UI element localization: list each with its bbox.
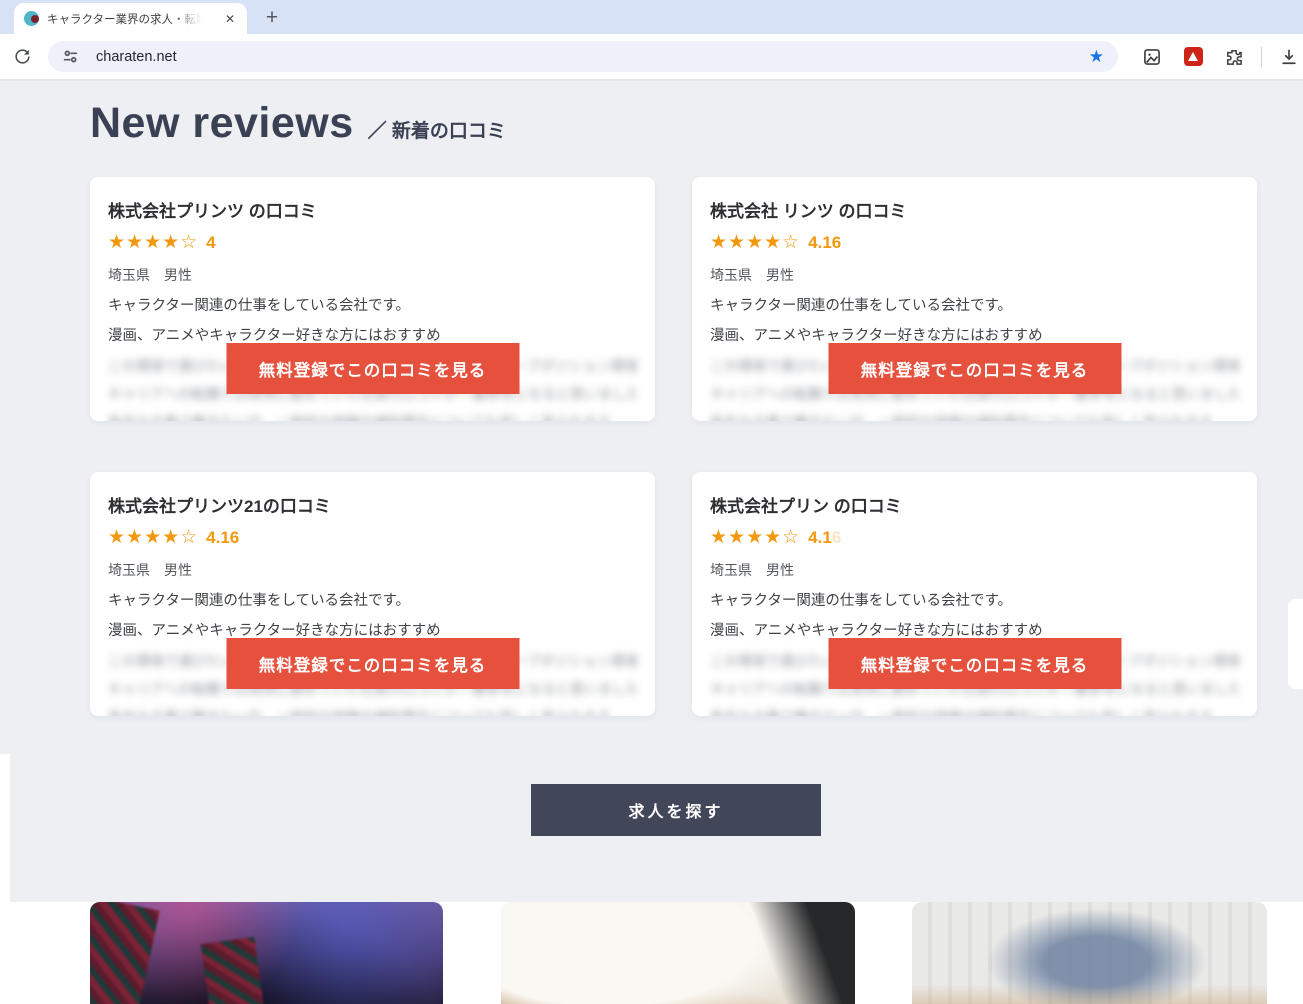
review-line-1: キャラクター関連の仕事をしている会社です。 (108, 294, 637, 315)
download-icon (1279, 47, 1299, 67)
image-icon (1142, 47, 1162, 67)
rating-value: 4.16 (206, 528, 239, 548)
review-line-2: 漫画、アニメやキャラクター好きな方にはおすすめ (710, 619, 1239, 640)
browser-tab[interactable]: キャラクター業界の求人・転職な ✕ (14, 3, 247, 34)
rating-row: ★★★★☆ 4.16 (710, 231, 1239, 254)
address-bar[interactable]: charaten.net ★ (48, 41, 1118, 72)
reviewer-meta: 埼玉県 男性 (108, 265, 637, 285)
toolbar-extensions-area (1138, 43, 1303, 71)
url-text[interactable]: charaten.net (96, 49, 177, 65)
reload-button[interactable] (8, 43, 36, 71)
tab-close-icon[interactable]: ✕ (221, 10, 239, 28)
reviewer-meta: 埼玉県 男性 (710, 560, 1239, 580)
reviewer-meta: 埼玉県 男性 (108, 560, 637, 580)
star-rating-icons: ★★★★☆ (710, 231, 800, 254)
view-review-button[interactable]: 無料登録でこの口コミを見る (828, 638, 1121, 689)
photo-woodworking (912, 902, 1267, 1004)
view-review-button[interactable]: 無料登録でこの口コミを見る (226, 343, 519, 394)
rating-value: 4.1 (808, 528, 832, 548)
extensions-button[interactable] (1220, 43, 1248, 71)
acrobat-icon (1184, 47, 1203, 66)
site-favicon-icon (24, 11, 39, 26)
rating-value-faded: 6 (832, 528, 841, 548)
rating-row: ★★★★☆ 4.1 6 (710, 526, 1239, 549)
star-rating-icons: ★★★★☆ (710, 526, 800, 549)
toolbar-separator (1261, 47, 1262, 67)
review-line-2: 漫画、アニメやキャラクター好きな方にはおすすめ (710, 324, 1239, 345)
review-line-1: キャラクター関連の仕事をしている会社です。 (108, 589, 637, 610)
side-floating-tab[interactable] (1288, 599, 1303, 689)
review-line-2: 漫画、アニメやキャラクター好きな方にはおすすめ (108, 619, 637, 640)
media-extension-button[interactable] (1138, 43, 1166, 71)
rating-row: ★★★★☆ 4 (108, 231, 637, 254)
page-title: New reviews (90, 99, 354, 148)
company-review-title: 株式会社 リンツ の口コミ (710, 197, 1239, 222)
photo-cushion-floor (501, 902, 855, 1004)
star-rating-icons: ★★★★☆ (108, 526, 198, 549)
tab-strip: キャラクター業界の求人・転職な ✕ + (0, 0, 1303, 34)
view-review-button[interactable]: 無料登録でこの口コミを見る (226, 638, 519, 689)
bookmark-star-icon[interactable]: ★ (1089, 47, 1104, 67)
reviewer-meta: 埼玉県 男性 (710, 265, 1239, 285)
puzzle-icon (1224, 47, 1244, 67)
site-settings-icon[interactable] (58, 45, 82, 69)
review-card: 株式会社プリン の口コミ ★★★★☆ 4.1 6 埼玉県 男性 キャラクター関連… (692, 472, 1257, 716)
page-subtitle: ／ 新着の口コミ (368, 116, 506, 143)
tab-title: キャラクター業界の求人・転職な (47, 11, 205, 27)
view-review-button[interactable]: 無料登録でこの口コミを見る (828, 343, 1121, 394)
search-jobs-button[interactable]: 求人を探す (531, 784, 821, 836)
company-review-title: 株式会社プリン の口コミ (710, 492, 1239, 517)
reviews-grid: 株式会社プリンツ の口コミ ★★★★☆ 4 埼玉県 男性 キャラクター関連の仕事… (90, 177, 1257, 716)
photo-keyboard-purple (90, 902, 443, 1004)
review-line-1: キャラクター関連の仕事をしている会社です。 (710, 294, 1239, 315)
review-card: 株式会社プリンツ21の口コミ ★★★★☆ 4.16 埼玉県 男性 キャラクター関… (90, 472, 655, 716)
new-tab-button[interactable]: + (258, 4, 286, 32)
downloads-button[interactable] (1275, 43, 1303, 71)
pdf-extension-button[interactable] (1179, 43, 1207, 71)
company-review-title: 株式会社プリンツ21の口コミ (108, 492, 637, 517)
section-heading: New reviews ／ 新着の口コミ (90, 99, 506, 148)
star-rating-icons: ★★★★☆ (108, 231, 198, 254)
rating-value: 4 (206, 233, 215, 253)
web-page: New reviews ／ 新着の口コミ 株式会社プリンツ の口コミ ★★★★☆… (0, 81, 1303, 1002)
browser-toolbar: charaten.net ★ (0, 34, 1303, 81)
rating-value: 4.16 (808, 233, 841, 253)
review-line-2: 漫画、アニメやキャラクター好きな方にはおすすめ (108, 324, 637, 345)
review-card: 株式会社 リンツ の口コミ ★★★★☆ 4.16 埼玉県 男性 キャラクター関連… (692, 177, 1257, 421)
review-card: 株式会社プリンツ の口コミ ★★★★☆ 4 埼玉県 男性 キャラクター関連の仕事… (90, 177, 655, 421)
reload-icon (13, 47, 32, 66)
rating-row: ★★★★☆ 4.16 (108, 526, 637, 549)
company-review-title: 株式会社プリンツ の口コミ (108, 197, 637, 222)
review-line-1: キャラクター関連の仕事をしている会社です。 (710, 589, 1239, 610)
